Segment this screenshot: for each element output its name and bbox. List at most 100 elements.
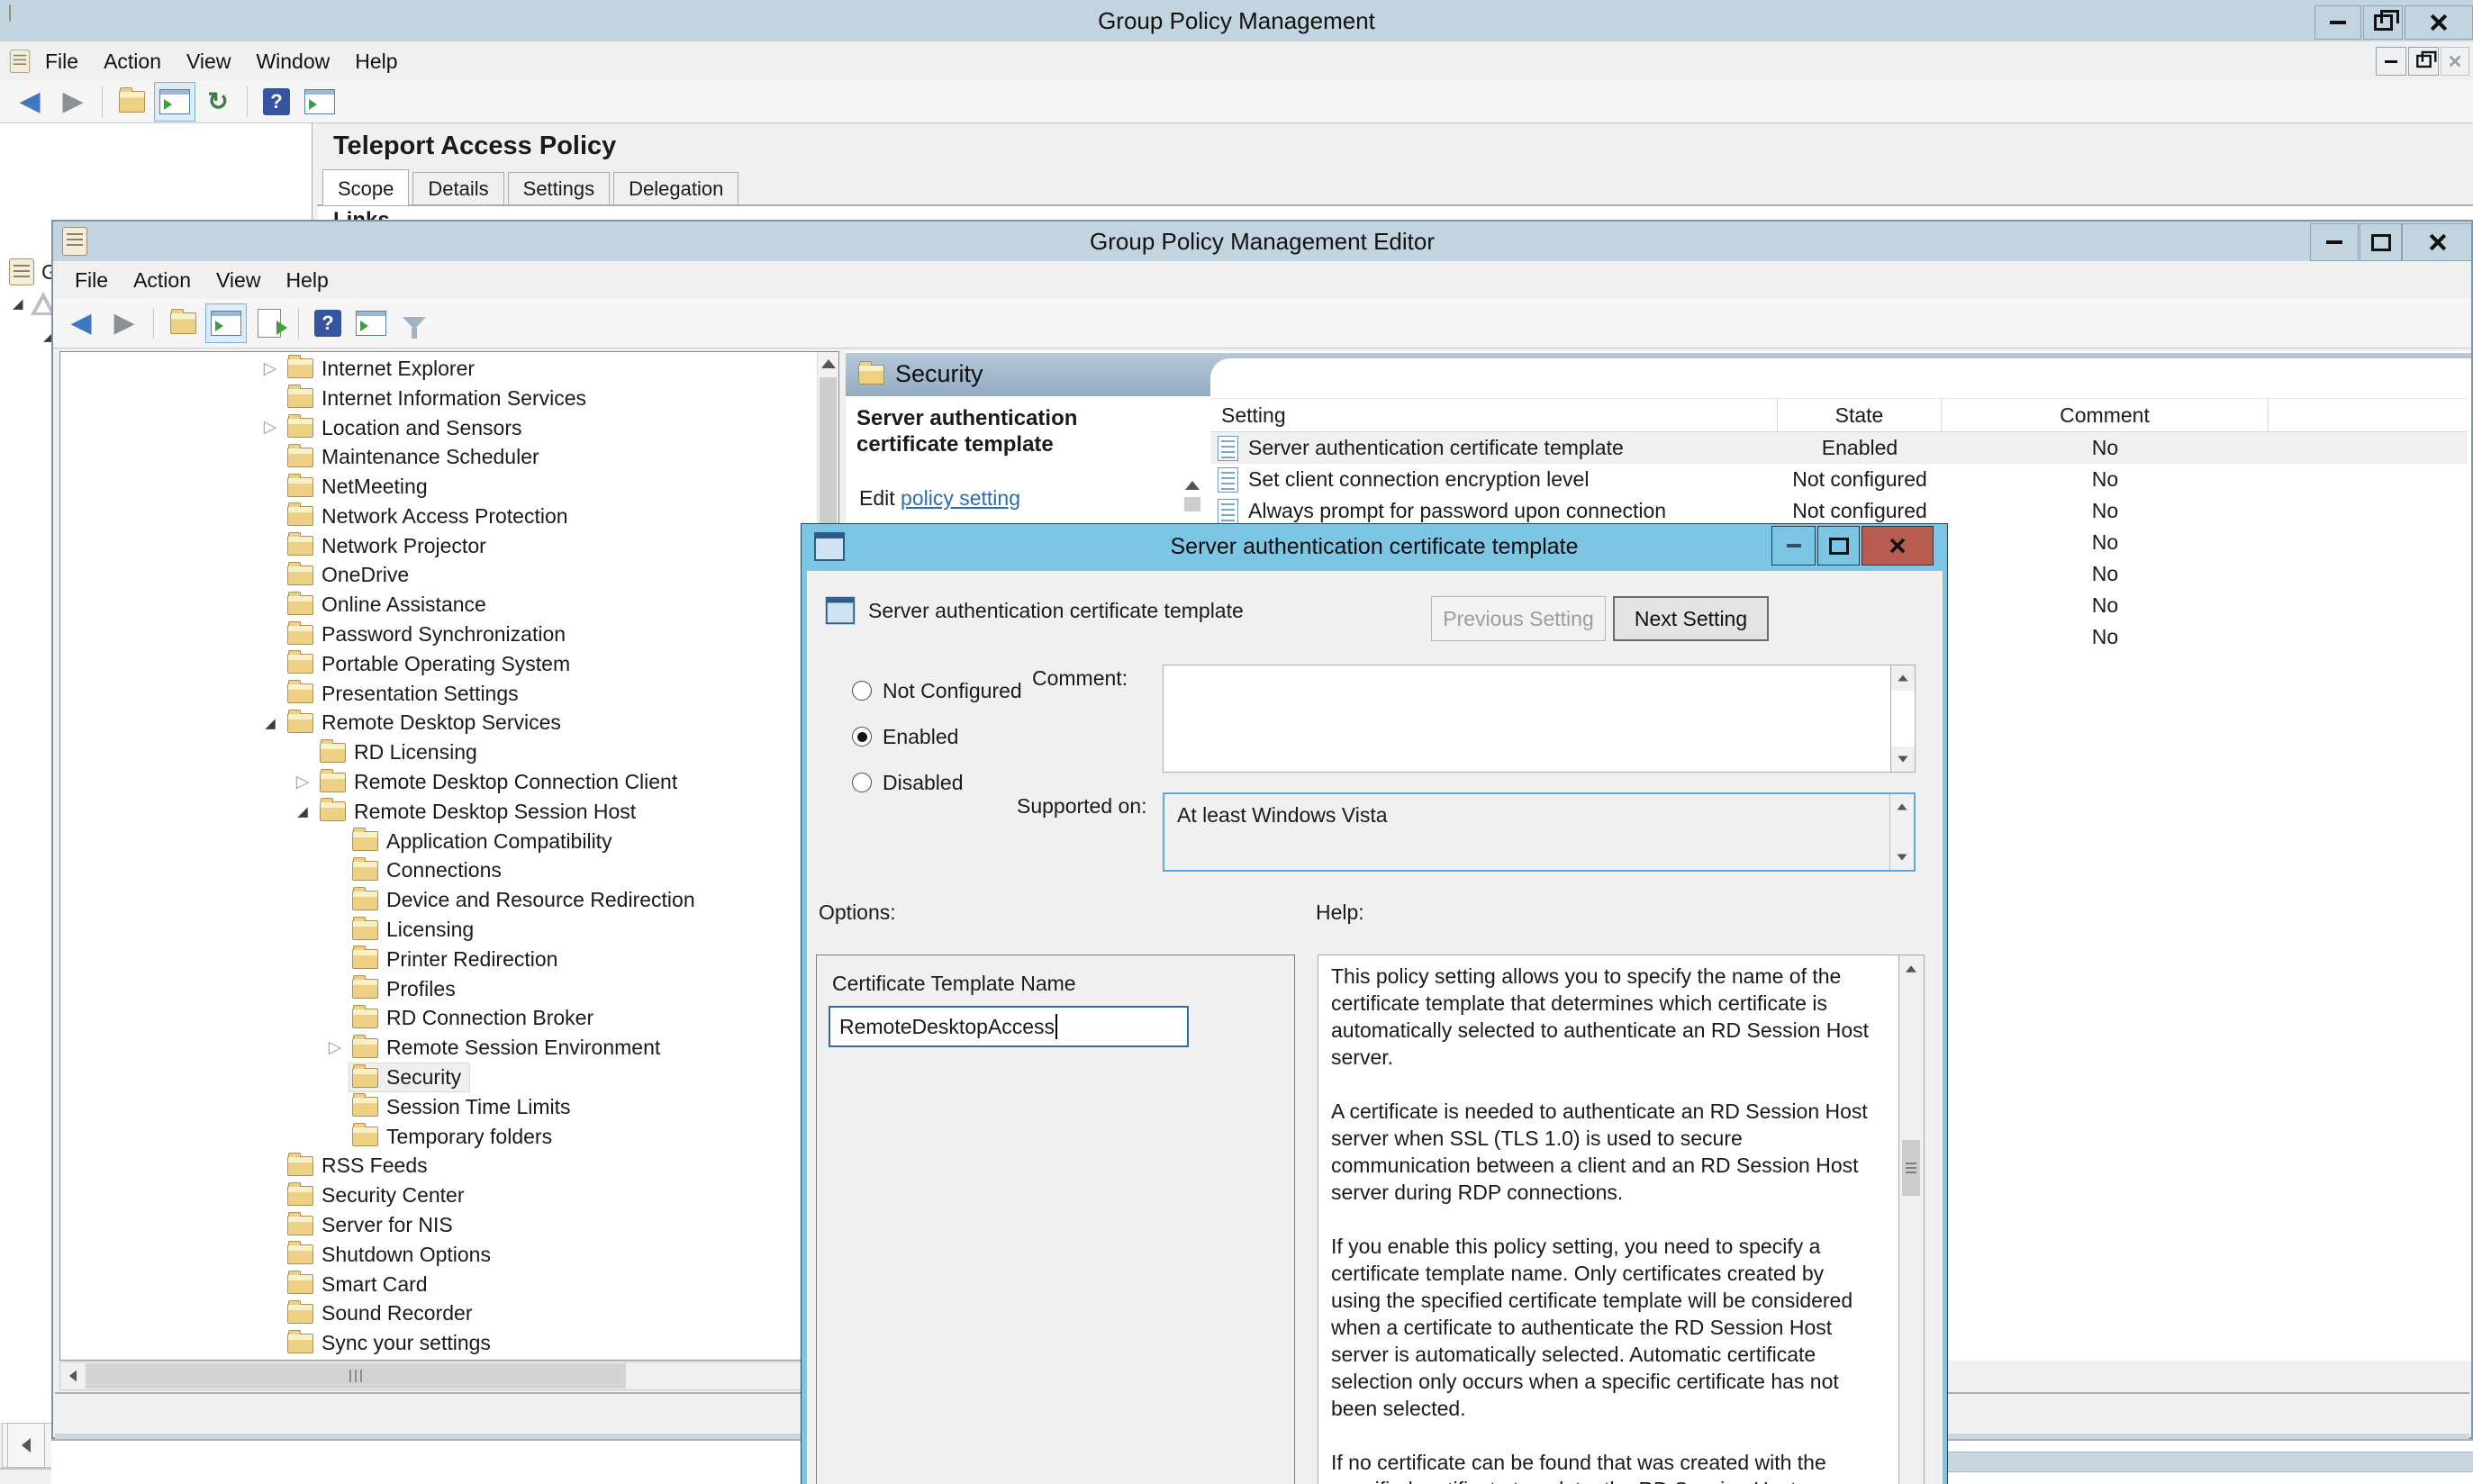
tree-item[interactable]: Security Center bbox=[60, 1181, 817, 1210]
show-hide-console-tree-button[interactable] bbox=[205, 303, 247, 343]
radio-icon[interactable] bbox=[852, 773, 872, 792]
comment-scrollbar[interactable] bbox=[1890, 665, 1915, 772]
tree-item[interactable]: Security bbox=[60, 1063, 817, 1092]
back-button[interactable]: ◀ bbox=[60, 303, 102, 343]
tab[interactable]: Delegation bbox=[613, 172, 738, 205]
tree-item[interactable]: Online Assistance bbox=[60, 590, 817, 620]
main-minimize-button[interactable] bbox=[2314, 5, 2361, 40]
tab[interactable]: Settings bbox=[508, 172, 611, 205]
tree-item[interactable]: Session Time Limits bbox=[60, 1092, 817, 1122]
radio-option[interactable]: Disabled bbox=[852, 771, 1022, 794]
radio-icon[interactable] bbox=[852, 727, 872, 747]
comment-textarea[interactable] bbox=[1163, 665, 1916, 773]
scroll-left-button[interactable] bbox=[60, 1362, 86, 1389]
menu-item[interactable]: View bbox=[204, 268, 273, 293]
main-restore-button[interactable] bbox=[2363, 5, 2403, 40]
help-button[interactable]: ? bbox=[307, 303, 349, 343]
tree-item[interactable]: Portable Operating System bbox=[60, 649, 817, 679]
tree-item[interactable]: Connections bbox=[60, 856, 817, 886]
tree-item[interactable]: Presentation Settings bbox=[60, 679, 817, 709]
tree-item[interactable]: NetMeeting bbox=[60, 472, 817, 502]
scroll-down-button[interactable] bbox=[1891, 747, 1915, 772]
dialog-close-button[interactable] bbox=[1862, 526, 1934, 566]
help-scrollbar[interactable] bbox=[1898, 955, 1924, 1484]
tree-item[interactable]: Temporary folders bbox=[60, 1122, 817, 1152]
menu-item[interactable]: Action bbox=[121, 268, 204, 293]
tree-item[interactable]: Location and Sensors bbox=[60, 413, 817, 443]
tree-item[interactable]: Server for NIS bbox=[60, 1210, 817, 1240]
expander-icon[interactable] bbox=[257, 715, 284, 731]
menu-item[interactable]: Action bbox=[91, 50, 174, 74]
tree-horizontal-scrollbar[interactable] bbox=[59, 1362, 839, 1390]
scrollbar-thumb[interactable] bbox=[86, 1363, 626, 1389]
main-scroll-left-button[interactable] bbox=[7, 1423, 45, 1468]
scroll-up-button[interactable] bbox=[1891, 665, 1915, 691]
tree-item[interactable]: RSS Feeds bbox=[60, 1152, 817, 1181]
policy-setting-link[interactable]: policy setting bbox=[901, 486, 1020, 510]
main-close-button[interactable] bbox=[2405, 5, 2473, 40]
menu-item[interactable]: View bbox=[174, 50, 243, 74]
gpme-minimize-button[interactable] bbox=[2310, 223, 2359, 261]
help-button[interactable]: ? bbox=[256, 82, 297, 122]
scroll-up-button[interactable] bbox=[1890, 794, 1914, 819]
radio-option[interactable]: Enabled bbox=[852, 725, 1022, 748]
up-one-level-button[interactable] bbox=[162, 303, 204, 343]
tree-item[interactable]: Application Compatibility bbox=[60, 827, 817, 856]
mdi-minimize-button[interactable] bbox=[2376, 47, 2406, 76]
menu-item[interactable]: Window bbox=[243, 50, 342, 74]
tab[interactable]: Scope bbox=[322, 169, 409, 205]
tree-item[interactable]: Printer Redirection bbox=[60, 945, 817, 974]
menu-item[interactable]: File bbox=[32, 50, 91, 74]
tree-item[interactable]: Sync your settings bbox=[60, 1328, 817, 1358]
refresh-button[interactable]: ↻ bbox=[197, 82, 239, 122]
tree-item[interactable]: Sound Recorder bbox=[60, 1299, 817, 1329]
show-action-pane-button[interactable] bbox=[299, 82, 340, 122]
certificate-template-name-input[interactable]: RemoteDesktopAccess bbox=[829, 1006, 1189, 1047]
gpme-close-button[interactable] bbox=[2402, 223, 2473, 261]
show-action-pane-button[interactable] bbox=[350, 303, 392, 343]
tree-item[interactable]: Shutdown Options bbox=[60, 1240, 817, 1270]
expander-icon[interactable] bbox=[289, 772, 316, 792]
column-header-state[interactable]: State bbox=[1778, 398, 1942, 432]
menu-item[interactable]: File bbox=[62, 268, 121, 293]
dialog-minimize-button[interactable] bbox=[1771, 526, 1816, 566]
tab[interactable]: Details bbox=[412, 172, 503, 205]
tree-item[interactable]: RD Licensing bbox=[60, 737, 817, 767]
column-header-comment[interactable]: Comment bbox=[1942, 398, 2269, 432]
supported-scrollbar[interactable] bbox=[1889, 794, 1914, 870]
tree-item[interactable]: Password Synchronization bbox=[60, 620, 817, 649]
tree-item[interactable]: Licensing bbox=[60, 915, 817, 945]
tree-item[interactable]: OneDrive bbox=[60, 561, 817, 591]
tree-item[interactable]: Smart Card bbox=[60, 1270, 817, 1299]
tree-item[interactable]: Network Projector bbox=[60, 531, 817, 561]
expander-icon[interactable] bbox=[257, 358, 284, 379]
scroll-down-button[interactable] bbox=[1899, 1474, 1923, 1484]
tree-item[interactable]: Profiles bbox=[60, 974, 817, 1004]
column-header-setting[interactable]: Setting bbox=[1210, 398, 1778, 432]
scroll-down-button[interactable] bbox=[1890, 845, 1914, 870]
settings-row[interactable]: Set client connection encryption level N… bbox=[1210, 464, 2468, 495]
radio-icon[interactable] bbox=[852, 681, 872, 701]
supported-on-box[interactable]: At least Windows Vista bbox=[1163, 792, 1916, 872]
filter-button[interactable] bbox=[394, 303, 435, 343]
mdi-restore-button[interactable] bbox=[2408, 47, 2439, 76]
settings-row[interactable]: Always prompt for password upon connecti… bbox=[1210, 495, 2468, 527]
previous-setting-button[interactable]: Previous Setting bbox=[1431, 596, 1606, 641]
scroll-up-button[interactable] bbox=[818, 352, 838, 376]
dialog-maximize-button[interactable] bbox=[1817, 526, 1860, 566]
export-list-button[interactable] bbox=[249, 303, 290, 343]
tree-item[interactable]: Network Access Protection bbox=[60, 502, 817, 531]
tree-item[interactable]: RD Connection Broker bbox=[60, 1004, 817, 1034]
tree-item[interactable]: Remote Session Environment bbox=[60, 1033, 817, 1063]
expander-icon[interactable] bbox=[257, 417, 284, 438]
tree-item[interactable]: Remote Desktop Session Host bbox=[60, 797, 817, 827]
up-one-level-button[interactable] bbox=[111, 82, 152, 122]
gpme-maximize-button[interactable] bbox=[2360, 223, 2402, 261]
radio-option[interactable]: Not Configured bbox=[852, 679, 1022, 702]
forward-button[interactable]: ▶ bbox=[52, 82, 94, 122]
menu-item[interactable]: Help bbox=[273, 268, 340, 293]
scroll-up-button[interactable] bbox=[1899, 955, 1923, 982]
scrollbar-thumb[interactable] bbox=[1184, 497, 1200, 511]
tree-item[interactable]: Internet Information Services bbox=[60, 384, 817, 413]
expander-icon[interactable] bbox=[289, 803, 316, 819]
